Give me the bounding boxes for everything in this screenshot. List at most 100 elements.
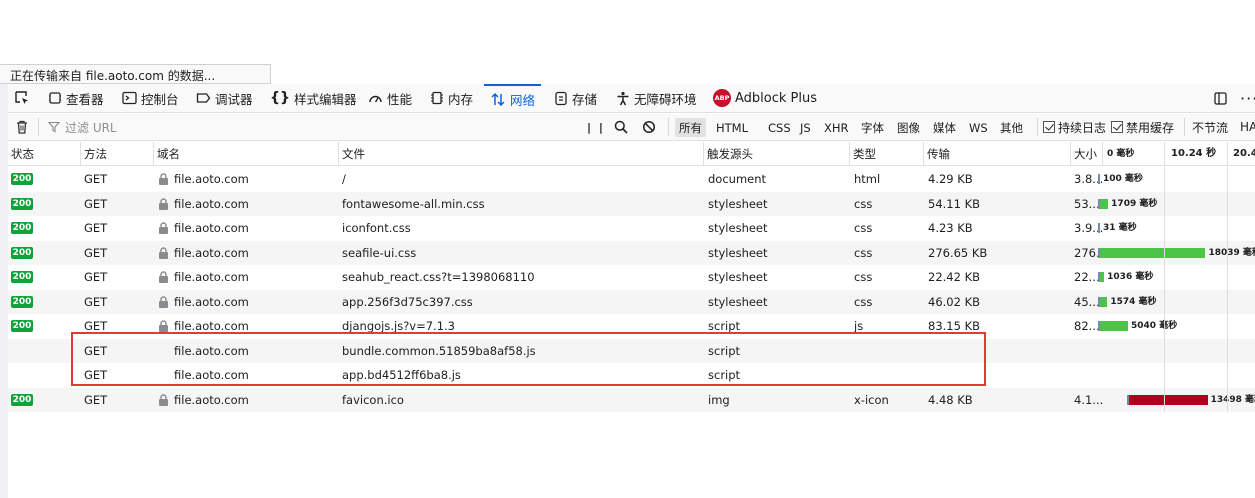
memory-icon (431, 91, 443, 105)
tab-label: 查看器 (66, 91, 104, 107)
network-icon (491, 92, 505, 106)
waterfall-bar (1098, 223, 1100, 233)
type-cell: css (854, 270, 873, 284)
cause-cell: stylesheet (708, 221, 768, 235)
style-editor-icon: {} (270, 90, 290, 106)
tab-debugger[interactable]: 调试器 (196, 84, 253, 112)
lock-icon (159, 320, 168, 332)
har-menu-button[interactable]: HA (1240, 114, 1255, 140)
disable-cache-checkbox[interactable]: 禁用缓存 (1111, 114, 1174, 140)
method-cell: GET (84, 319, 108, 333)
file-cell: iconfont.css (342, 221, 411, 235)
table-row[interactable]: 200 GET file.aoto.com seahub_react.css?t=13… (8, 265, 1255, 289)
waterfall-bar (1098, 321, 1129, 331)
column-header-size[interactable]: 大小 (1071, 142, 1102, 166)
filter-type-images[interactable]: 图像 (893, 118, 924, 137)
waterfall-timing-label: 100 毫秒 (1103, 174, 1143, 184)
table-row[interactable]: GET file.aoto.com app.bd4512ff6ba8.js scrip… (8, 363, 1255, 387)
tab-adblock-plus[interactable]: ABP Adblock Plus (713, 84, 817, 112)
filter-type-media[interactable]: 媒体 (929, 118, 960, 137)
type-cell: html (854, 172, 881, 186)
table-row[interactable]: 200 GET file.aoto.com app.256f3d75c397.css s… (8, 290, 1255, 314)
method-cell: GET (84, 172, 108, 186)
cause-cell: script (708, 368, 741, 382)
method-cell: GET (84, 197, 108, 211)
filter-icon (48, 121, 60, 133)
filter-type-ws[interactable]: WS (965, 118, 992, 137)
waterfall-timing-label: 5040 毫秒 (1131, 321, 1178, 331)
column-header-type[interactable]: 类型 (850, 142, 923, 166)
waterfall-bar (1127, 395, 1208, 405)
filter-type-all[interactable]: 所有 (675, 118, 706, 137)
column-header-method[interactable]: 方法 (81, 142, 153, 166)
trash-icon (17, 120, 27, 134)
block-icon (642, 120, 656, 134)
table-row[interactable]: GET file.aoto.com bundle.common.51859ba8af… (8, 339, 1255, 363)
type-cell: css (854, 295, 873, 309)
lock-icon (159, 173, 168, 185)
tab-performance[interactable]: 性能 (368, 84, 412, 112)
filter-type-xhr[interactable]: XHR (820, 118, 853, 137)
table-row[interactable]: 200 GET file.aoto.com djangojs.js?v=7.1.3 sc… (8, 314, 1255, 338)
clear-button[interactable] (14, 114, 30, 140)
timeline-tick-2: 20.4 (1233, 148, 1255, 159)
transferred-cell: 4.29 KB (928, 172, 973, 186)
transferred-cell: 54.11 KB (928, 197, 981, 211)
type-cell: css (854, 221, 873, 235)
table-row[interactable]: 200 GET file.aoto.com seafile-ui.css stylesh… (8, 241, 1255, 265)
timeline-gridline (1227, 167, 1228, 411)
column-header-transferred[interactable]: 传输 (924, 142, 1070, 166)
tab-network[interactable]: 网络 (484, 84, 542, 112)
column-header-domain[interactable]: 域名 (154, 142, 338, 166)
method-cell: GET (84, 344, 108, 358)
tab-inspector[interactable]: 查看器 (48, 84, 104, 112)
tab-accessibility[interactable]: 无障碍环境 (616, 84, 697, 112)
domain-cell: file.aoto.com (174, 368, 249, 382)
file-cell: app.256f3d75c397.css (342, 295, 473, 309)
waterfall-timing-label: 1574 毫秒 (1110, 297, 1157, 307)
tab-style-editor[interactable]: {} 样式编辑器 (270, 84, 356, 112)
column-header-file[interactable]: 文件 (339, 142, 703, 166)
table-row[interactable]: 200 GET file.aoto.com / document html 4.29 KB 3… (8, 167, 1255, 191)
tab-console[interactable]: 控制台 (122, 84, 179, 112)
column-header-cause[interactable]: 触发源头 (704, 142, 849, 166)
lock-icon (159, 222, 168, 234)
tab-storage[interactable]: 存储 (554, 84, 597, 112)
left-gutter (0, 84, 8, 498)
persist-logs-checkbox[interactable]: 持续日志 (1043, 114, 1106, 140)
filter-type-fonts[interactable]: 字体 (857, 118, 888, 137)
throttling-select[interactable]: 不节流 (1192, 114, 1228, 140)
filter-type-other[interactable]: 其他 (996, 118, 1027, 137)
more-options-button[interactable]: ··· (1240, 84, 1255, 112)
filter-type-css[interactable]: CSS (764, 118, 795, 137)
cause-cell: stylesheet (708, 295, 768, 309)
type-cell: css (854, 246, 873, 260)
file-cell: app.bd4512ff6ba8.js (342, 368, 461, 382)
file-cell: fontawesome-all.min.css (342, 197, 485, 211)
status-badge: 200 (11, 222, 33, 234)
file-cell: favicon.ico (342, 393, 404, 407)
status-badge: 200 (11, 173, 33, 185)
table-row[interactable]: 200 GET file.aoto.com fontawesome-all.min.c… (8, 192, 1255, 216)
table-row[interactable]: 200 GET file.aoto.com iconfont.css styleshee… (8, 216, 1255, 240)
block-request-button[interactable] (642, 114, 656, 140)
file-cell: / (342, 172, 346, 186)
storage-icon (555, 91, 567, 105)
type-cell (854, 363, 922, 387)
cause-cell: stylesheet (708, 270, 768, 284)
filter-type-js[interactable]: JS (796, 118, 815, 137)
element-picker-button[interactable] (14, 84, 30, 112)
table-row[interactable]: 200 GET file.aoto.com favicon.ico img x-icon 4… (8, 388, 1255, 412)
transferred-cell (928, 339, 1068, 363)
search-button[interactable] (614, 114, 628, 140)
element-picker-icon (15, 91, 28, 104)
dock-options-button[interactable] (1213, 84, 1228, 112)
column-header-status[interactable]: 状态 (8, 142, 80, 166)
transferred-cell: 46.02 KB (928, 295, 981, 309)
pause-button[interactable]: | | (587, 114, 605, 140)
url-filter-input[interactable]: 过滤 URL (48, 114, 578, 140)
waterfall-timing-label: 13498 毫秒 (1211, 395, 1255, 405)
inspector-icon (49, 92, 61, 104)
filter-type-html[interactable]: HTML (712, 118, 752, 137)
tab-memory[interactable]: 内存 (430, 84, 473, 112)
